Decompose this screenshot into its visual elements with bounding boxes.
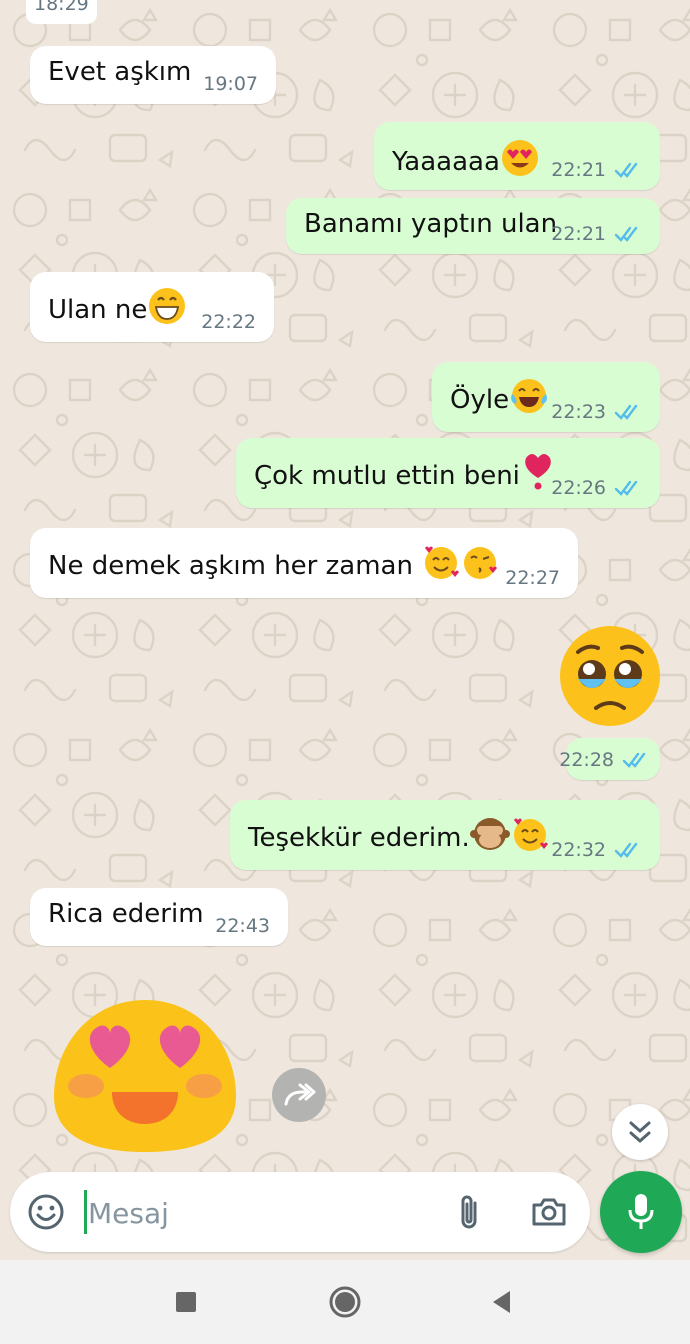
message-time: 22:26 (551, 477, 606, 499)
time-label: 18:29 (34, 0, 89, 15)
message-bubble-incoming[interactable]: Ulan ne 22:22 (30, 272, 274, 342)
message-content: Çok mutlu ettin beni (254, 452, 556, 492)
message-bubble-outgoing[interactable]: Teşekkür ederim. 22:32 (230, 800, 660, 870)
system-navigation-bar (0, 1260, 690, 1344)
forward-button[interactable] (272, 1068, 326, 1122)
message-content: Ne demek aşkım her zaman (48, 542, 501, 582)
double-check-read-icon (614, 162, 638, 178)
back-triangle-icon (493, 1291, 510, 1313)
message-meta: 22:21 (551, 223, 642, 245)
message-meta: 19:07 (203, 73, 258, 95)
message-meta: 22:27 (505, 567, 560, 589)
recents-square-icon (176, 1292, 196, 1312)
message-content: Öyle (450, 376, 549, 416)
message-text: Öyle (450, 385, 510, 415)
voice-record-button[interactable] (600, 1171, 682, 1253)
emoji-button[interactable] (26, 1192, 66, 1232)
message-meta: 22:23 (551, 401, 642, 423)
message-bubble-outgoing[interactable]: Yaaaaaa 22:21 (374, 122, 660, 190)
double-check-read-icon (614, 226, 638, 242)
scroll-to-bottom-button[interactable] (612, 1104, 668, 1160)
message-text: Rica ederim (48, 899, 204, 929)
message-meta: 22:22 (201, 311, 256, 333)
smiley-icon (28, 1194, 64, 1230)
double-check-read-icon (614, 842, 638, 858)
double-chevron-down-icon (629, 1121, 651, 1143)
message-time: 22:27 (505, 567, 560, 589)
message-content: Yaaaaaa (392, 138, 540, 178)
message-text: Ne demek aşkım her zaman (48, 551, 413, 581)
heart-eyes-sticker[interactable] (50, 996, 240, 1156)
message-bubble-outgoing[interactable]: Öyle 22:23 (432, 362, 660, 432)
message-content: Teşekkür ederim. (248, 814, 550, 854)
message-time: 22:28 (559, 749, 614, 771)
smiling-face-with-heart-eyes-icon (501, 140, 538, 176)
home-button[interactable] (325, 1282, 365, 1322)
message-meta: 22:43 (215, 915, 270, 937)
face-blowing-kiss-icon (464, 547, 498, 579)
message-meta: 22:32 (551, 839, 642, 861)
message-composer (10, 1172, 590, 1252)
message-text: Evet aşkım (48, 57, 192, 87)
message-meta: 22:21 (551, 159, 642, 181)
message-content: Ulan ne (48, 286, 187, 326)
message-time: 22:22 (201, 311, 256, 333)
message-time: 19:07 (203, 73, 258, 95)
text-caret (84, 1190, 87, 1234)
message-text: Teşekkür ederim. (248, 823, 470, 853)
message-input[interactable] (86, 1190, 430, 1236)
message-bubble-incoming[interactable]: Ne demek aşkım her zaman 22:27 (30, 528, 578, 598)
message-meta-chip: 22:28 (559, 738, 660, 780)
message-time: 22:21 (551, 223, 606, 245)
message-meta: 22:28 (559, 749, 650, 771)
pleading-face-icon[interactable] (556, 624, 664, 728)
smiling-face-with-hearts-icon (513, 818, 548, 851)
smiling-face-with-hearts-icon (425, 546, 460, 579)
message-text: Banamı yaptın ulan (304, 209, 558, 239)
back-button[interactable] (482, 1282, 522, 1322)
forward-icon (284, 1083, 316, 1106)
message-time: 22:23 (551, 401, 606, 423)
message-bubble-outgoing[interactable]: Banamı yaptın ulan 22:21 (286, 198, 660, 254)
attach-button[interactable] (450, 1192, 490, 1232)
message-bubble-incoming[interactable]: Rica ederim 22:43 (30, 888, 288, 946)
paperclip-icon (461, 1195, 477, 1229)
message-time: 22:32 (551, 839, 606, 861)
message-list[interactable]: 18:29 Evet aşkım 19:07 Yaaaaaa 22:21 Ban… (0, 0, 690, 1160)
message-bubble-outgoing[interactable]: Çok mutlu ettin beni 22:26 (236, 438, 660, 508)
message-meta: 22:26 (551, 477, 642, 499)
home-circle-icon (329, 1286, 361, 1318)
message-bubble-incoming[interactable]: Evet aşkım 19:07 (30, 46, 276, 104)
face-with-tears-of-joy-icon (511, 379, 547, 413)
double-check-read-icon (614, 480, 638, 496)
double-check-read-icon (614, 404, 638, 420)
partial-message-time: 18:29 (26, 0, 97, 24)
message-time: 22:21 (551, 159, 606, 181)
camera-button[interactable] (528, 1192, 570, 1232)
message-text: Yaaaaaa (392, 147, 500, 177)
recents-button[interactable] (166, 1282, 206, 1322)
message-text: Çok mutlu ettin beni (254, 461, 520, 491)
camera-icon (532, 1198, 566, 1226)
message-time: 22:43 (215, 915, 270, 937)
microphone-icon (628, 1194, 654, 1229)
double-check-read-icon (622, 752, 646, 768)
see-no-evil-monkey-icon (469, 818, 510, 850)
grinning-face-icon (149, 288, 186, 324)
message-text: Ulan ne (48, 295, 148, 325)
